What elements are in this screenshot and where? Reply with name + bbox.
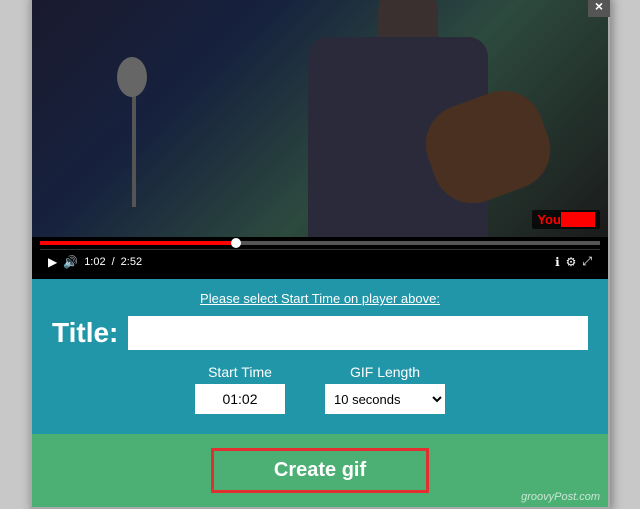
controls-right: ℹ ⚙ ⤢ xyxy=(555,254,592,269)
info-button[interactable]: ℹ xyxy=(555,255,560,269)
create-section: Create gif groovyPost.com xyxy=(32,434,608,507)
volume-button[interactable]: 🔊 xyxy=(63,255,78,269)
instruction-text: Please select Start Time on player above… xyxy=(52,291,588,306)
mic-head xyxy=(117,57,147,97)
start-time-label: Start Time xyxy=(208,364,272,380)
form-section: Please select Start Time on player above… xyxy=(32,279,608,434)
title-row: Title: xyxy=(52,316,588,350)
progress-indicator xyxy=(231,238,241,248)
video-controls-bar: ▶ 🔊 1:02 / 2:52 ℹ ⚙ ⤢ xyxy=(40,249,600,273)
progress-fill xyxy=(40,241,236,245)
gif-length-label: GIF Length xyxy=(350,364,420,380)
video-controls-wrapper: ▶ 🔊 1:02 / 2:52 ℹ ⚙ ⤢ xyxy=(32,237,608,279)
title-label: Title: xyxy=(52,317,118,349)
modal: × YouTube ▶ 🔊 1:02 / 2:52 xyxy=(30,0,610,509)
fullscreen-button[interactable]: ⤢ xyxy=(582,254,592,269)
total-time: 2:52 xyxy=(121,256,142,268)
youtube-tube: Tube xyxy=(561,212,595,227)
gif-length-select[interactable]: 5 seconds 10 seconds 15 seconds 20 secon… xyxy=(325,384,445,414)
start-time-group: Start Time xyxy=(195,364,285,414)
start-time-input[interactable] xyxy=(195,384,285,414)
video-player: YouTube xyxy=(32,0,608,237)
create-gif-button[interactable]: Create gif xyxy=(211,448,429,493)
youtube-you: You xyxy=(537,212,561,227)
settings-button[interactable]: ⚙ xyxy=(566,255,577,269)
time-separator: / xyxy=(112,256,115,268)
mic-stand xyxy=(132,87,136,207)
title-input[interactable] xyxy=(128,316,588,350)
youtube-logo: YouTube xyxy=(532,210,600,229)
video-thumbnail: YouTube xyxy=(32,0,608,237)
close-button[interactable]: × xyxy=(588,0,610,17)
current-time: 1:02 xyxy=(84,256,105,268)
gif-length-group: GIF Length 5 seconds 10 seconds 15 secon… xyxy=(325,364,445,414)
fields-row: Start Time GIF Length 5 seconds 10 secon… xyxy=(52,364,588,414)
watermark: groovyPost.com xyxy=(521,491,600,503)
play-button[interactable]: ▶ xyxy=(48,255,57,269)
progress-bar[interactable] xyxy=(40,241,600,245)
